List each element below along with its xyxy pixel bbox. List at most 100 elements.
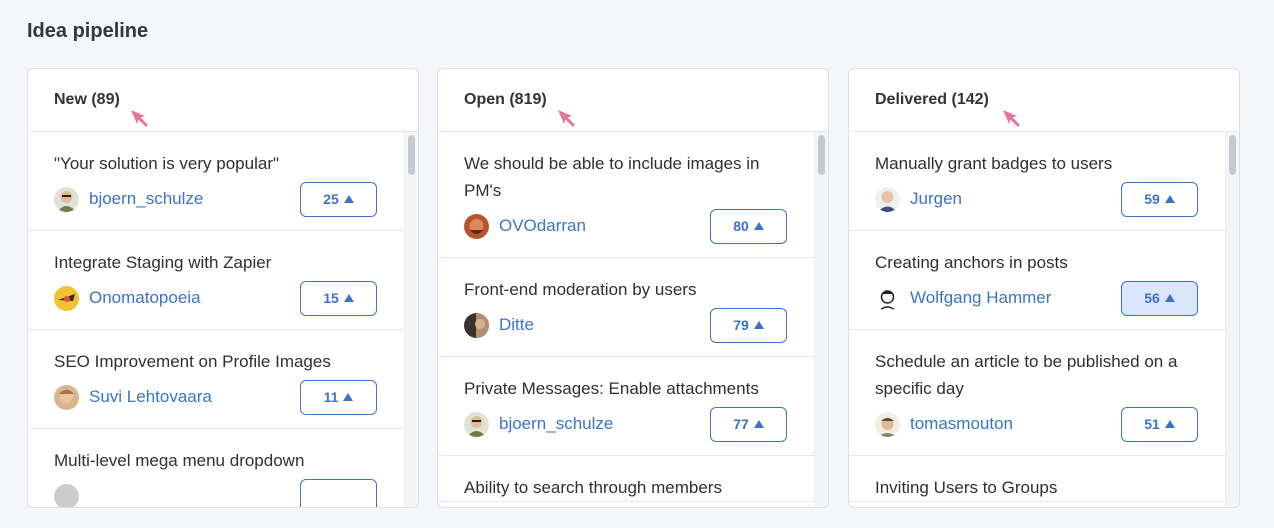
- idea-card[interactable]: We should be able to include images in P…: [438, 132, 814, 258]
- column-open: Open (819) We should be able to include …: [437, 68, 829, 508]
- column-title[interactable]: Open (819): [464, 91, 547, 108]
- avatar: [875, 186, 900, 212]
- avatar: [54, 186, 79, 212]
- author-name[interactable]: Ditte: [499, 315, 534, 335]
- author-name[interactable]: tomasmouton: [910, 414, 1013, 434]
- vote-count: 11: [323, 389, 339, 405]
- up-triangle-icon: [1164, 420, 1175, 428]
- idea-author[interactable]: tomasmouton: [875, 411, 1013, 437]
- idea-title[interactable]: Front-end moderation by users: [464, 276, 788, 303]
- scrollbar-thumb[interactable]: [818, 135, 825, 175]
- idea-card[interactable]: Schedule an article to be published on a…: [849, 330, 1225, 456]
- avatar: [464, 411, 489, 437]
- idea-title[interactable]: Private Messages: Enable attachments: [464, 375, 788, 402]
- page-title: Idea pipeline: [27, 20, 149, 42]
- vote-button[interactable]: 15: [300, 280, 377, 316]
- vote-button[interactable]: 51: [1121, 406, 1198, 442]
- vote-count: 56: [1144, 290, 1160, 306]
- up-triangle-icon: [753, 420, 764, 428]
- mouse-cursor-icon: [558, 110, 575, 127]
- vote-count: 77: [733, 416, 749, 432]
- up-triangle-icon: [343, 195, 354, 203]
- author-name[interactable]: bjoern_schulze: [89, 189, 203, 209]
- idea-author[interactable]: Jurgen: [875, 186, 962, 212]
- avatar: [54, 285, 79, 311]
- idea-author[interactable]: Ditte: [464, 312, 534, 338]
- author-name[interactable]: Suvi Lehtovaara: [89, 387, 212, 407]
- idea-title[interactable]: "Your solution is very popular": [54, 150, 378, 177]
- author-name[interactable]: Wolfgang Hammer: [910, 288, 1051, 308]
- vote-button[interactable]: [300, 478, 377, 507]
- avatar: [875, 411, 900, 437]
- column-title[interactable]: Delivered (142): [875, 91, 989, 108]
- up-triangle-icon: [753, 321, 764, 329]
- idea-title[interactable]: Multi-level mega menu dropdown: [54, 447, 378, 474]
- vote-button[interactable]: 11: [300, 379, 377, 415]
- column-body[interactable]: "Your solution is very popular" bjoern_s…: [28, 132, 418, 507]
- idea-title[interactable]: Integrate Staging with Zapier: [54, 249, 378, 276]
- avatar: [464, 213, 489, 239]
- scrollbar[interactable]: [404, 132, 418, 507]
- author-name[interactable]: Jurgen: [910, 189, 962, 209]
- column-header: New (89): [28, 69, 418, 132]
- column-title[interactable]: New (89): [54, 91, 120, 108]
- scrollbar[interactable]: [814, 132, 828, 507]
- avatar: [54, 384, 79, 410]
- scrollbar-thumb[interactable]: [408, 135, 415, 175]
- column-body[interactable]: We should be able to include images in P…: [438, 132, 828, 507]
- column-header: Open (819): [438, 69, 828, 132]
- idea-title[interactable]: Creating anchors in posts: [875, 249, 1199, 276]
- mouse-cursor-icon: [131, 110, 148, 127]
- vote-button[interactable]: 77: [710, 406, 787, 442]
- idea-title[interactable]: Inviting Users to Groups: [875, 474, 1199, 501]
- vote-count: 79: [733, 317, 749, 333]
- idea-card[interactable]: Front-end moderation by users Ditte 79: [438, 258, 814, 357]
- avatar: [875, 285, 900, 311]
- scrollbar-thumb[interactable]: [1229, 135, 1236, 175]
- vote-button[interactable]: 79: [710, 307, 787, 343]
- column-delivered: Delivered (142) Manually grant badges to…: [848, 68, 1240, 508]
- idea-card[interactable]: Manually grant badges to users Jurgen 59: [849, 132, 1225, 231]
- vote-count: 51: [1144, 416, 1160, 432]
- avatar: [464, 312, 489, 338]
- idea-card[interactable]: Ability to search through members: [438, 456, 814, 502]
- vote-button[interactable]: 25: [300, 181, 377, 217]
- idea-card[interactable]: "Your solution is very popular" bjoern_s…: [28, 132, 404, 231]
- vote-button[interactable]: 59: [1121, 181, 1198, 217]
- idea-title[interactable]: Manually grant badges to users: [875, 150, 1199, 177]
- vote-button[interactable]: 80: [710, 208, 787, 244]
- idea-card[interactable]: Multi-level mega menu dropdown: [28, 429, 404, 507]
- avatar: [54, 483, 79, 507]
- column-body[interactable]: Manually grant badges to users Jurgen 59…: [849, 132, 1239, 507]
- up-triangle-icon: [1164, 195, 1175, 203]
- vote-count: 15: [323, 290, 339, 306]
- idea-title[interactable]: SEO Improvement on Profile Images: [54, 348, 378, 375]
- idea-author[interactable]: OVOdarran: [464, 213, 586, 239]
- idea-author[interactable]: Onomatopoeia: [54, 285, 201, 311]
- idea-author[interactable]: Wolfgang Hammer: [875, 285, 1051, 311]
- idea-card[interactable]: SEO Improvement on Profile Images Suvi L…: [28, 330, 404, 429]
- idea-card[interactable]: Creating anchors in posts Wolfgang Hamme…: [849, 231, 1225, 330]
- vote-count: 80: [733, 218, 749, 234]
- scrollbar[interactable]: [1225, 132, 1239, 507]
- vote-count: 25: [323, 191, 339, 207]
- idea-author[interactable]: bjoern_schulze: [54, 186, 203, 212]
- idea-title[interactable]: We should be able to include images in P…: [464, 150, 788, 204]
- up-triangle-icon: [343, 393, 354, 401]
- up-triangle-icon: [753, 222, 764, 230]
- column-new: New (89) "Your solution is very popular"…: [27, 68, 419, 508]
- vote-button[interactable]: 56: [1121, 280, 1198, 316]
- idea-card[interactable]: Private Messages: Enable attachments bjo…: [438, 357, 814, 456]
- idea-card[interactable]: Inviting Users to Groups: [849, 456, 1225, 502]
- up-triangle-icon: [343, 294, 354, 302]
- idea-author[interactable]: bjoern_schulze: [464, 411, 613, 437]
- idea-card[interactable]: Integrate Staging with Zapier Onomatopoe…: [28, 231, 404, 330]
- idea-author[interactable]: Suvi Lehtovaara: [54, 384, 212, 410]
- up-triangle-icon: [1164, 294, 1175, 302]
- author-name[interactable]: Onomatopoeia: [89, 288, 201, 308]
- idea-title[interactable]: Ability to search through members: [464, 474, 788, 501]
- column-header: Delivered (142): [849, 69, 1239, 132]
- idea-title[interactable]: Schedule an article to be published on a…: [875, 348, 1199, 402]
- author-name[interactable]: OVOdarran: [499, 216, 586, 236]
- author-name[interactable]: bjoern_schulze: [499, 414, 613, 434]
